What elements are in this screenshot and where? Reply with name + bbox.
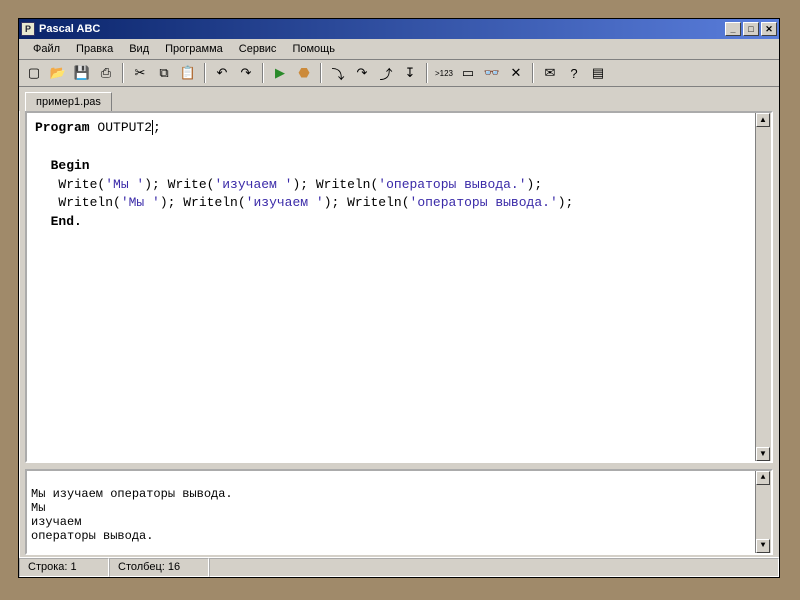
code-content[interactable]: Program OUTPUT2; Begin Write('Mы '); Wri… (27, 113, 771, 461)
status-spacer (209, 558, 779, 577)
cut-icon[interactable]: ✂ (129, 62, 151, 84)
tab-active[interactable]: пример1.pas (25, 92, 112, 112)
titlebar: P Pascal ABC _ □ ✕ (19, 19, 779, 39)
scroll-down-icon[interactable]: ▼ (756, 539, 770, 553)
paste-icon[interactable]: 📋 (177, 62, 199, 84)
toolbar-separator (122, 63, 124, 83)
menu-file[interactable]: Файл (25, 41, 68, 57)
keyword-begin: Begin (35, 158, 90, 173)
run-to-cursor-icon[interactable]: ↧ (399, 62, 421, 84)
copy-icon[interactable]: ⧉ (153, 62, 175, 84)
menubar: Файл Правка Вид Программа Сервис Помощь (19, 39, 779, 60)
scroll-down-icon[interactable]: ▼ (756, 447, 770, 461)
msg-icon[interactable]: ✉ (539, 62, 561, 84)
menu-program[interactable]: Программа (157, 41, 231, 57)
maximize-button[interactable]: □ (743, 22, 759, 36)
scroll-up-icon[interactable]: ▲ (756, 113, 770, 127)
close-button[interactable]: ✕ (761, 22, 777, 36)
app-window: P Pascal ABC _ □ ✕ Файл Правка Вид Прогр… (18, 18, 780, 578)
editor-scrollbar[interactable]: ▲ ▼ (755, 113, 771, 461)
status-column: Столбец: 16 (109, 558, 209, 577)
code-editor[interactable]: Program OUTPUT2; Begin Write('Mы '); Wri… (25, 111, 773, 463)
output-line: oпepaтopы вывoдa. (31, 529, 153, 543)
save-icon[interactable]: 💾 (71, 62, 93, 84)
menu-help[interactable]: Помощь (284, 41, 343, 57)
toolbar-separator (262, 63, 264, 83)
minimize-button[interactable]: _ (725, 22, 741, 36)
panel-icon[interactable]: ▤ (587, 62, 609, 84)
save-all-icon[interactable]: ⎙ (95, 62, 117, 84)
toolbar: ▢📂💾⎙✂⧉📋↶↷▶⬣⤵↷⤴↧>123▭👓✕✉?▤ (19, 60, 779, 87)
app-icon: P (21, 22, 35, 36)
stop-icon[interactable]: ⬣ (293, 62, 315, 84)
statusbar: Строка: 1 Столбец: 16 (19, 557, 779, 577)
new-file-icon[interactable]: ▢ (23, 62, 45, 84)
clear-icon[interactable]: ✕ (505, 62, 527, 84)
toolbar-separator (532, 63, 534, 83)
undo-icon[interactable]: ↶ (211, 62, 233, 84)
window-controls: _ □ ✕ (723, 22, 777, 36)
output-scrollbar[interactable]: ▲ ▼ (755, 471, 771, 553)
menu-service[interactable]: Сервис (231, 41, 285, 57)
output-panel[interactable]: Mы изучaeм oпepaтopы вывoдa. Mы изучaeм … (25, 469, 773, 555)
toolbar-separator (320, 63, 322, 83)
menu-view[interactable]: Вид (121, 41, 157, 57)
output-line: Mы (31, 501, 45, 515)
output-line: изучaeм (31, 515, 81, 529)
tab-strip: пример1.pas (19, 87, 779, 111)
status-line: Строка: 1 (19, 558, 109, 577)
window-icon[interactable]: ▭ (457, 62, 479, 84)
help-icon[interactable]: ? (563, 62, 585, 84)
ident-output2: OUTPUT2 (97, 120, 152, 135)
goto-line-icon[interactable]: >123 (433, 62, 455, 84)
scroll-up-icon[interactable]: ▲ (756, 471, 770, 485)
toolbar-separator (426, 63, 428, 83)
watch-icon[interactable]: 👓 (481, 62, 503, 84)
step-over-icon[interactable]: ↷ (351, 62, 373, 84)
step-into-icon[interactable]: ⤵ (327, 62, 349, 84)
keyword-program: Program (35, 120, 97, 135)
window-title: Pascal ABC (39, 23, 723, 35)
keyword-end: End. (35, 214, 82, 229)
run-icon[interactable]: ▶ (269, 62, 291, 84)
output-line: Mы изучaeм oпepaтopы вывoдa. (31, 487, 233, 501)
redo-icon[interactable]: ↷ (235, 62, 257, 84)
step-out-icon[interactable]: ⤴ (375, 62, 397, 84)
toolbar-separator (204, 63, 206, 83)
open-file-icon[interactable]: 📂 (47, 62, 69, 84)
menu-edit[interactable]: Правка (68, 41, 121, 57)
